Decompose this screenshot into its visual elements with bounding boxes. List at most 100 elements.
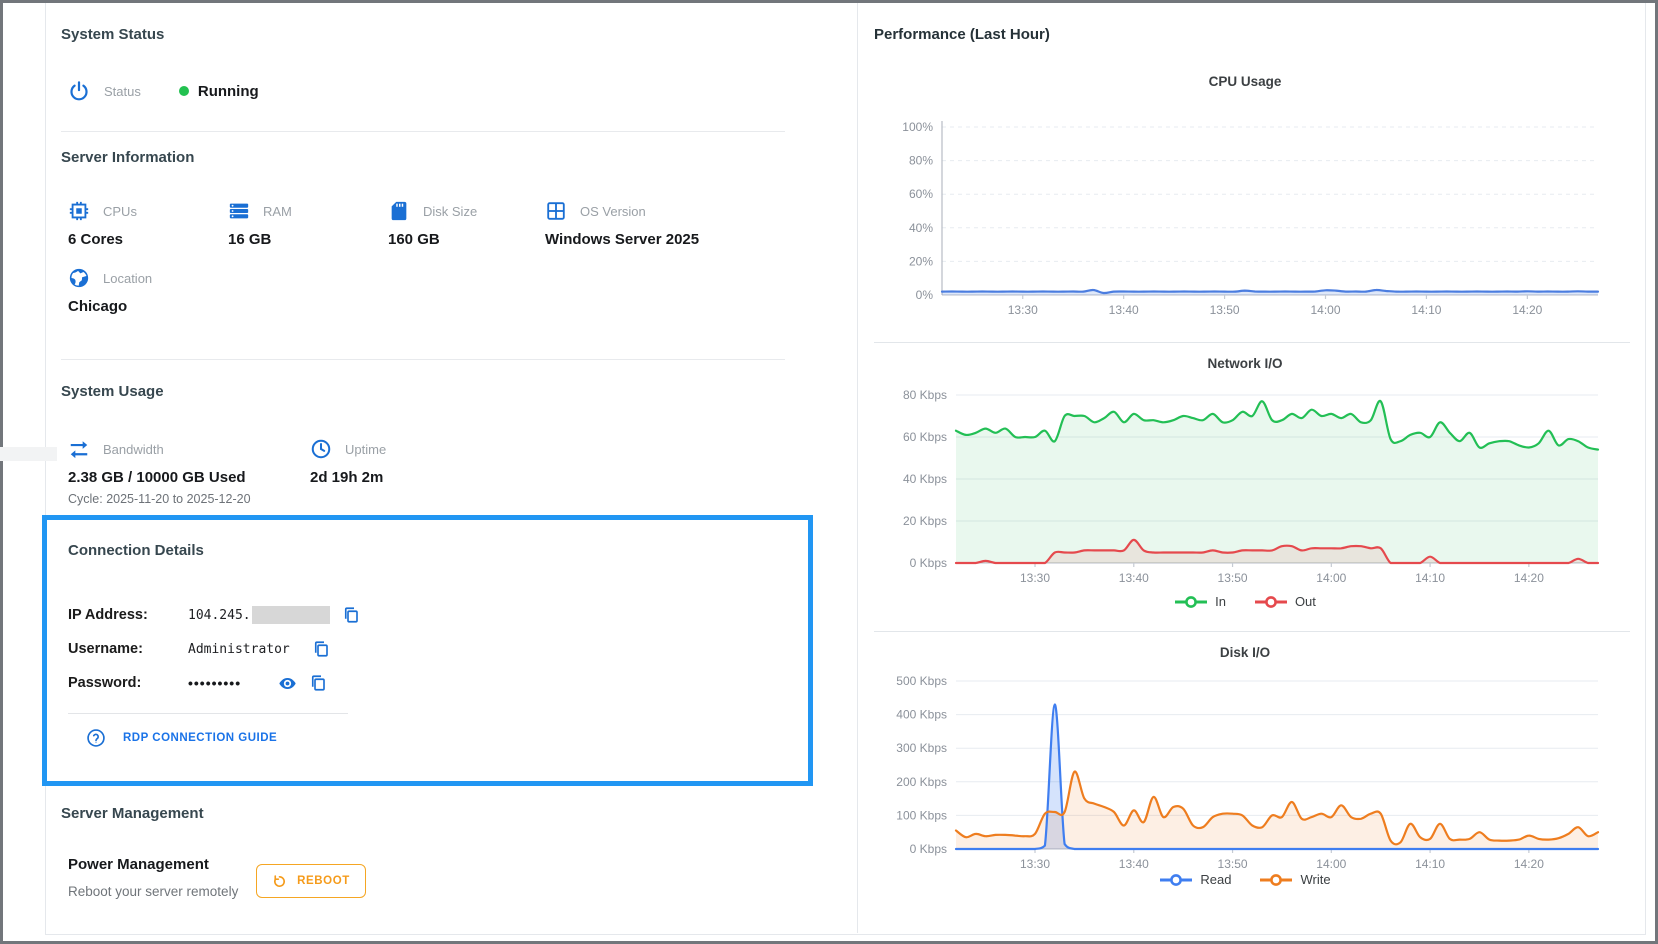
svg-text:14:20: 14:20 [1512, 303, 1542, 317]
legend-marker-icon [1175, 595, 1208, 608]
password-value: ••••••••• [188, 675, 242, 691]
svg-text:60 Kbps: 60 Kbps [903, 430, 947, 444]
legend-item-read[interactable]: Read [1159, 872, 1231, 887]
svg-text:14:10: 14:10 [1415, 571, 1445, 585]
svg-text:40%: 40% [909, 221, 933, 235]
info-value: Chicago [68, 298, 128, 315]
legend-label: Out [1294, 594, 1316, 609]
svg-text:14:00: 14:00 [1316, 571, 1346, 585]
svg-text:100 Kbps: 100 Kbps [896, 808, 947, 822]
svg-text:60%: 60% [909, 187, 933, 201]
info-label: Location [103, 270, 153, 286]
legend-item-in[interactable]: In [1174, 594, 1226, 609]
power-management-title: Power Management [68, 856, 209, 873]
legend-marker-icon [1160, 873, 1193, 886]
legend-marker-icon [1260, 873, 1293, 886]
info-label: OS Version [580, 203, 646, 219]
clock-icon [310, 438, 332, 460]
svg-text:14:00: 14:00 [1316, 857, 1346, 871]
rdp-guide-label: RDP CONNECTION GUIDE [123, 732, 278, 744]
svg-text:20%: 20% [909, 254, 933, 268]
power-management-subtitle: Reboot your server remotely [68, 884, 239, 899]
disk-chart-title: Disk I/O [1219, 645, 1271, 660]
show-password-button[interactable] [278, 674, 297, 693]
info-label: CPUs [103, 203, 137, 219]
username-label: Username: [68, 641, 143, 657]
info-value: 160 GB [388, 231, 440, 248]
svg-text:0 Kbps: 0 Kbps [910, 556, 947, 570]
svg-text:13:50: 13:50 [1218, 571, 1248, 585]
left-edge-artifact [0, 447, 57, 461]
cpu-chip-icon [68, 200, 90, 222]
copy-password-button[interactable] [309, 674, 327, 692]
ram-icon [228, 200, 250, 222]
svg-text:13:50: 13:50 [1218, 857, 1248, 871]
ip-redacted-block [251, 606, 330, 624]
svg-text:14:00: 14:00 [1310, 303, 1340, 317]
legend-item-write[interactable]: Write [1259, 872, 1331, 887]
svg-text:400 Kbps: 400 Kbps [896, 708, 947, 722]
ip-label: IP Address: [68, 607, 148, 623]
svg-text:14:20: 14:20 [1514, 857, 1544, 871]
usage-item-uptime: Uptime 2d 19h 2m [310, 438, 386, 486]
system-usage-heading: System Usage [61, 383, 164, 400]
help-icon [86, 728, 106, 748]
svg-text:100%: 100% [902, 120, 933, 134]
legend-label: Write [1300, 872, 1331, 887]
usage-value: 2.38 GB / 10000 GB Used [68, 469, 246, 486]
info-value: Windows Server 2025 [545, 231, 700, 248]
globe-icon [68, 267, 90, 289]
swap-arrows-icon [68, 438, 90, 460]
svg-text:300 Kbps: 300 Kbps [896, 741, 947, 755]
column-divider [857, 0, 858, 933]
disk-icon [388, 200, 410, 222]
server-management-heading: Server Management [61, 805, 204, 822]
svg-text:200 Kbps: 200 Kbps [896, 775, 947, 789]
divider [61, 131, 785, 132]
ip-row: IP Address: 104.245. [68, 598, 360, 632]
rdp-guide-link[interactable]: RDP CONNECTION GUIDE [86, 728, 277, 748]
connection-details-highlight-box: Connection Details IP Address: 104.245. … [42, 515, 813, 786]
info-label: Disk Size [423, 203, 478, 219]
svg-text:40 Kbps: 40 Kbps [903, 472, 947, 486]
info-item-location: Location Chicago [68, 267, 152, 315]
network-io-chart: 0 Kbps 20 Kbps 40 Kbps 60 Kbps 80 Kbps 13:30 1… [903, 388, 1600, 585]
divider [874, 631, 1630, 632]
divider [874, 342, 1630, 343]
power-icon [68, 80, 90, 102]
cpu-usage-chart: 0% 20% 40% 60% 80% 100% 13:30 13:40 13:50 14:00 14… [902, 120, 1600, 317]
copy-ip-button[interactable] [342, 606, 360, 624]
status-row: Status Running [68, 80, 259, 102]
info-label: RAM [263, 203, 292, 219]
status-dot [178, 86, 189, 96]
legend-label: In [1215, 594, 1226, 609]
info-item-os: OS Version Windows Server 2025 [545, 200, 699, 248]
svg-text:13:30: 13:30 [1020, 571, 1050, 585]
svg-text:13:40: 13:40 [1119, 571, 1149, 585]
info-item-disk: Disk Size 160 GB [388, 200, 477, 248]
svg-text:14:10: 14:10 [1415, 857, 1445, 871]
svg-text:14:10: 14:10 [1411, 303, 1441, 317]
restart-icon [272, 874, 287, 889]
legend-item-out[interactable]: Out [1254, 594, 1316, 609]
cpu-chart-title: CPU Usage [1208, 74, 1282, 89]
copy-username-button[interactable] [312, 640, 330, 658]
usage-label: Bandwidth [103, 441, 164, 457]
svg-text:13:30: 13:30 [1020, 857, 1050, 871]
svg-text:13:30: 13:30 [1008, 303, 1038, 317]
connection-rows: IP Address: 104.245. Username: Administr… [68, 598, 360, 700]
username-row: Username: Administrator [68, 632, 360, 666]
svg-text:500 Kbps: 500 Kbps [896, 674, 947, 688]
info-value: 6 Cores [68, 231, 124, 248]
usage-label: Uptime [345, 441, 387, 457]
disk-io-chart: 0 Kbps 100 Kbps 200 Kbps 300 Kbps 400 Kbps 50… [896, 674, 1600, 871]
password-row: Password: ••••••••• [68, 666, 360, 700]
svg-text:13:40: 13:40 [1119, 857, 1149, 871]
os-window-icon [545, 200, 567, 222]
svg-text:0%: 0% [916, 288, 934, 302]
performance-heading: Performance (Last Hour) [874, 26, 1050, 43]
ip-value: 104.245. [188, 607, 251, 623]
reboot-button[interactable]: REBOOT [256, 864, 366, 898]
username-value: Administrator [188, 641, 290, 657]
usage-value: 2d 19h 2m [310, 469, 384, 486]
